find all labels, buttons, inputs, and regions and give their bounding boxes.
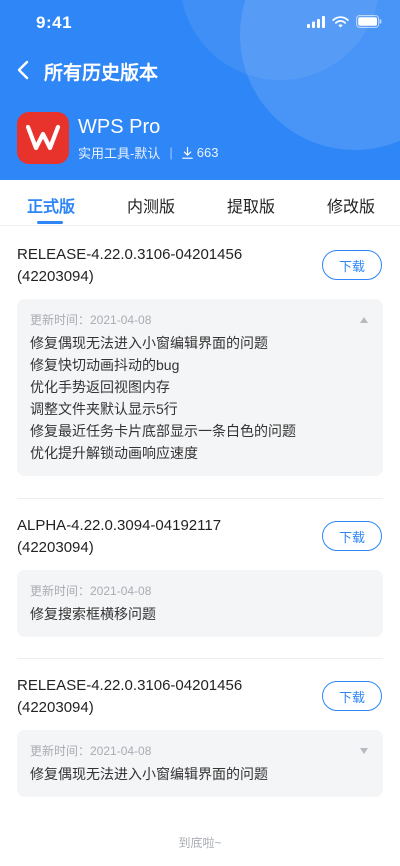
status-icons	[307, 15, 382, 28]
tab-beta[interactable]: 内测版	[127, 193, 175, 217]
release-notes: 更新时间：2021-04-08 修复偶现无法进入小窗编辑界面的问题 修复快切动画…	[17, 299, 383, 476]
release-note: 调整文件夹默认显示5行	[30, 401, 178, 417]
download-button[interactable]: 下载	[322, 681, 382, 711]
version-title: RELEASE-4.22.0.3106-04201456 (42203094)	[17, 675, 307, 719]
version-name: ALPHA-4.22.0.3094-04192117	[17, 517, 222, 534]
nav-bar: 所有历史版本	[0, 52, 400, 88]
update-date: 更新时间：2021-04-08	[30, 313, 152, 327]
update-date: 更新时间：2021-04-08	[30, 744, 152, 758]
expand-caret-icon[interactable]	[360, 748, 368, 754]
tab-release[interactable]: 正式版	[27, 193, 75, 217]
header: 9:41 所有历史版本 WPS Pro 实用工具-默认 | 663	[0, 0, 400, 180]
end-of-list-text: 到底啦~	[178, 836, 222, 850]
battery-icon	[356, 15, 382, 28]
version-name: RELEASE-4.22.0.3106-04201456	[17, 677, 243, 694]
wifi-icon	[332, 15, 349, 27]
tab-active-indicator	[37, 221, 63, 224]
release-note: 修复搜索框横移问题	[30, 606, 156, 622]
wps-logo-icon	[17, 112, 69, 164]
release-note: 修复最近任务卡片底部显示一条白色的问题	[30, 423, 296, 439]
download-button[interactable]: 下载	[322, 250, 382, 280]
app-name: WPS Pro	[78, 116, 161, 138]
download-count-icon	[181, 146, 193, 159]
release-note: 优化提升解锁动画响应速度	[30, 445, 198, 461]
release-notes: 更新时间：2021-04-08 修复偶现无法进入小窗编辑界面的问题	[17, 730, 383, 797]
download-count: 663	[196, 145, 219, 160]
update-date: 更新时间：2021-04-08	[30, 584, 152, 598]
meta-separator: |	[169, 145, 173, 160]
page-title: 所有历史版本	[44, 63, 159, 84]
back-arrow-icon[interactable]	[14, 58, 34, 82]
divider	[17, 498, 383, 499]
release-note: 修复偶现无法进入小窗编辑界面的问题	[30, 335, 268, 351]
version-code: (42203094)	[17, 699, 94, 716]
download-button[interactable]: 下载	[322, 521, 382, 551]
tab-modified[interactable]: 修改版	[327, 193, 375, 217]
app-meta: 实用工具-默认 | 663	[78, 143, 218, 162]
status-bar: 9:41	[0, 0, 400, 44]
version-title: ALPHA-4.22.0.3094-04192117 (42203094)	[17, 515, 307, 559]
collapse-caret-icon[interactable]	[360, 317, 368, 323]
release-note: 优化手势返回视图内存	[30, 379, 170, 395]
app-category: 实用工具-默认	[78, 146, 161, 161]
tab-extracted[interactable]: 提取版	[227, 193, 275, 217]
divider	[17, 658, 383, 659]
version-code: (42203094)	[17, 268, 94, 285]
release-note: 修复偶现无法进入小窗编辑界面的问题	[30, 766, 268, 782]
version-code: (42203094)	[17, 539, 94, 556]
release-note: 修复快切动画抖动的bug	[30, 357, 180, 373]
signal-icon	[307, 15, 325, 28]
version-name: RELEASE-4.22.0.3106-04201456	[17, 246, 243, 263]
status-time: 9:41	[36, 13, 73, 32]
version-tabs: 正式版 内测版 提取版 修改版	[0, 180, 400, 226]
version-title: RELEASE-4.22.0.3106-04201456 (42203094)	[17, 244, 307, 288]
release-notes: 更新时间：2021-04-08 修复搜索框横移问题	[17, 570, 383, 637]
